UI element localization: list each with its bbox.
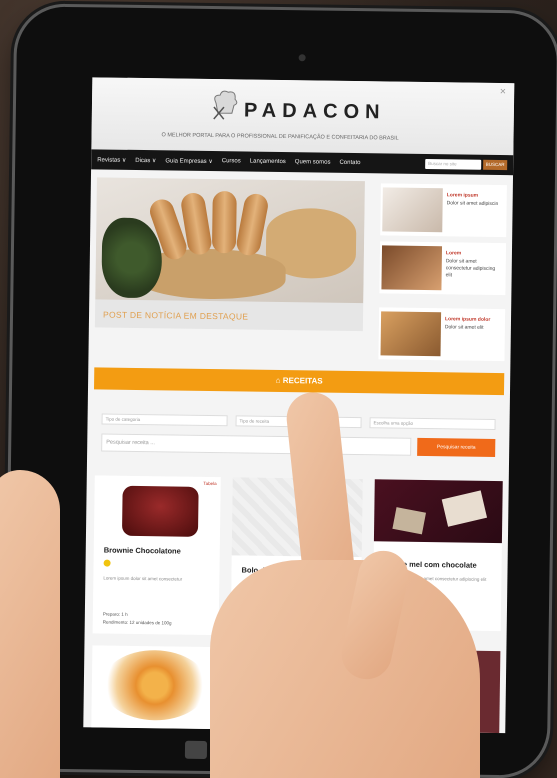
bread-slice	[211, 191, 237, 254]
featured-caption[interactable]: POST DE NOTÍCIA EM DESTAQUE	[103, 309, 248, 321]
side-post[interactable]: Lorem Dolor sit amet consectetur adipisc…	[379, 241, 507, 296]
leaves-decoration	[101, 217, 163, 299]
recipe-photo	[121, 485, 199, 537]
recipe-photo	[101, 649, 209, 721]
side-post-thumbnail	[381, 245, 443, 291]
option-select[interactable]: Escolha uma opção	[369, 417, 496, 430]
left-hand	[0, 470, 60, 778]
side-post-text: Dolor sit amet elit	[444, 324, 484, 331]
chocolate-box	[441, 490, 488, 527]
card-yield: Rendimento: 12 unidades de 100g	[102, 619, 172, 626]
recipe-photo	[373, 479, 503, 544]
card-tag: Tabela	[203, 480, 217, 487]
camera-icon	[298, 54, 306, 62]
nav-item-contato[interactable]: Contato	[339, 160, 360, 166]
side-post-tag: Lorem ipsum	[446, 192, 479, 199]
featured-post[interactable]: POST DE NOTÍCIA EM DESTAQUE	[94, 177, 365, 332]
recipe-search-input[interactable]: Pesquisar receita ...	[101, 433, 412, 456]
side-post-thumbnail	[380, 311, 442, 357]
nav-item-lancamentos[interactable]: Lançamentos	[250, 159, 286, 166]
recipe-search-button[interactable]: Pesquisar receita	[417, 437, 496, 457]
home-icon: ⌂	[275, 375, 281, 385]
chocolate-box	[392, 507, 426, 535]
site-logo[interactable]: PADACON	[244, 99, 386, 124]
card-prep-time: Preparo: 1 h	[102, 611, 128, 617]
close-icon[interactable]: ✕	[499, 87, 506, 96]
side-post[interactable]: Lorem ipsum dolor Dolor sit amet elit	[378, 307, 506, 362]
chef-hat-icon	[213, 90, 238, 120]
side-post-text: Dolor sit amet adipiscin	[446, 200, 499, 208]
nav-search-input[interactable]: Buscar no site	[425, 158, 482, 170]
right-hand	[210, 560, 480, 778]
side-post-thumbnail	[382, 187, 443, 233]
side-post-text: Dolor sit amet consectetur adipiscing el…	[445, 258, 496, 279]
nav-item-quem-somos[interactable]: Quem somos	[295, 159, 331, 165]
nav-item-cursos[interactable]: Cursos	[222, 158, 241, 164]
card-text: Lorem ipsum dolor sit amet consectetur	[103, 575, 183, 582]
recipe-card[interactable]: Tabela Brownie Chocolatone Lorem ipsum d…	[92, 475, 221, 636]
recipe-card[interactable]	[91, 645, 219, 730]
site-header: PADACON O MELHOR PORTAL PARA O PROFISSIO…	[91, 77, 515, 156]
nav-item-revistas[interactable]: Revistas ∨	[97, 156, 126, 163]
side-post-tag: Lorem	[445, 250, 462, 257]
site-tagline: O MELHOR PORTAL PARA O PROFISSIONAL DE P…	[161, 132, 399, 142]
nav-search-button[interactable]: BUSCAR	[483, 159, 508, 171]
home-button-icon[interactable]	[184, 740, 208, 759]
receitas-banner[interactable]: ⌂ RECEITAS	[94, 367, 505, 396]
card-title: Brownie Chocolatone	[103, 545, 181, 556]
nav-item-dicas[interactable]: Dicas ∨	[135, 156, 156, 163]
bread-slice	[234, 191, 270, 258]
rating-icon	[103, 559, 111, 567]
receitas-label: RECEITAS	[282, 376, 323, 386]
category-select[interactable]: Tipo de categoria	[101, 413, 228, 427]
nav-item-guia-empresas[interactable]: Guia Empresas ∨	[165, 157, 213, 165]
side-post[interactable]: Lorem ipsum Dolor sit amet adipiscin	[380, 183, 507, 238]
side-post-tag: Lorem ipsum dolor	[444, 316, 491, 323]
featured-photo	[95, 177, 365, 304]
